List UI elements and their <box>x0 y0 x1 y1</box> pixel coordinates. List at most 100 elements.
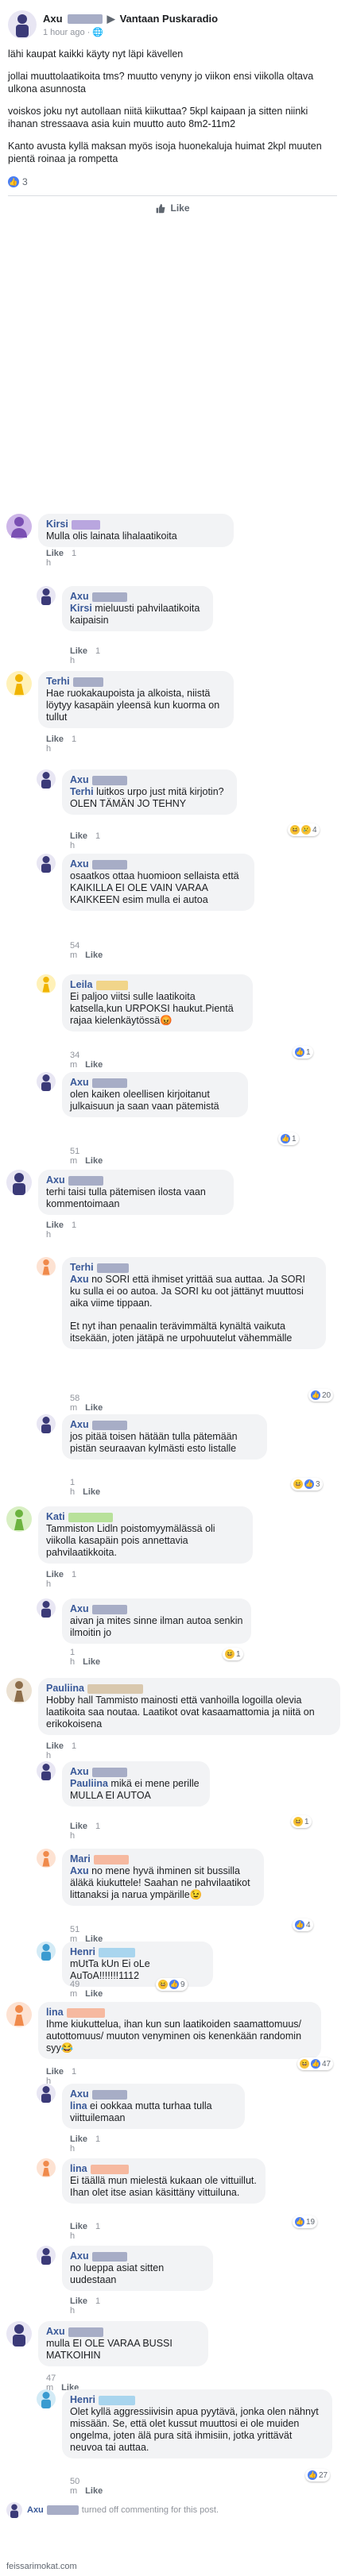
comment-author[interactable]: Axu <box>70 1419 89 1431</box>
avatar[interactable] <box>6 1170 32 1195</box>
comment-like-link[interactable]: Like <box>70 646 87 656</box>
avatar[interactable] <box>37 1761 56 1780</box>
comment-time[interactable]: 49 m <box>70 1980 79 1999</box>
post-time[interactable]: 1 hour ago <box>43 28 85 37</box>
avatar[interactable] <box>6 2502 22 2518</box>
reaction-summary[interactable]: 👍 3 <box>8 175 337 189</box>
comment-author[interactable]: Axu <box>70 1077 89 1089</box>
comment-author[interactable]: lina <box>70 2163 87 2175</box>
comment-author[interactable]: Axu <box>46 1174 65 1186</box>
avatar[interactable] <box>6 671 32 696</box>
reaction-badge[interactable]: 😆 1 <box>291 1815 312 1828</box>
reaction-badge[interactable]: 😆 👍 9 <box>156 1978 188 1991</box>
reaction-badge[interactable]: 👍 1 <box>278 1132 299 1145</box>
comment-like-link[interactable]: Like <box>70 2134 87 2144</box>
avatar[interactable] <box>6 2321 32 2347</box>
comment-time[interactable]: 58 m <box>70 1394 79 1413</box>
reaction-badge[interactable]: 😆 😢 4 <box>288 823 320 836</box>
reaction-badge[interactable]: 😆 1 <box>223 1648 243 1660</box>
reaction-badge[interactable]: 👍 1 <box>293 1046 313 1059</box>
person-icon <box>41 772 51 789</box>
comment-time[interactable]: 1 h <box>70 1478 75 1497</box>
avatar[interactable] <box>37 1942 56 1961</box>
comment-like-link[interactable]: Like <box>70 831 87 841</box>
comment-author[interactable]: Mari <box>70 1853 91 1865</box>
reaction-badge[interactable]: 👍 19 <box>293 2215 318 2228</box>
reaction-badge[interactable]: 😆 👍 3 <box>291 1478 323 1490</box>
avatar[interactable] <box>37 1257 56 1276</box>
reaction-badge[interactable]: 👍 20 <box>308 1389 334 1402</box>
comment-author[interactable]: Leila <box>70 979 93 991</box>
post-author[interactable]: Axu <box>43 13 63 25</box>
comment-text: Ei paljoo viitsi sulle laatikoita katsel… <box>70 991 234 1026</box>
avatar[interactable] <box>37 586 56 605</box>
avatar[interactable] <box>6 1506 32 1532</box>
comment-like-link[interactable]: Like <box>85 1989 103 1999</box>
comment-like-link[interactable]: Like <box>46 735 64 744</box>
comment-time[interactable]: 34 m <box>70 1051 79 1070</box>
comment-author[interactable]: lina <box>46 2007 64 2019</box>
avatar[interactable] <box>6 514 32 539</box>
comment-like-link[interactable]: Like <box>46 2067 64 2077</box>
comment-like-link[interactable]: Like <box>46 1741 64 1751</box>
comment-author[interactable]: Axu <box>70 591 89 603</box>
comment-author[interactable]: Pauliina <box>46 1683 84 1695</box>
comment-time[interactable]: 1 h <box>70 1648 75 1667</box>
comment-like-link[interactable]: Like <box>83 1487 100 1497</box>
comment-author[interactable]: Axu <box>46 2326 65 2338</box>
comment-author[interactable]: Axu <box>70 1766 89 1778</box>
comment-like-link[interactable]: Like <box>46 1570 64 1579</box>
comment-like-link[interactable]: Like <box>46 1221 64 1230</box>
comment-author[interactable]: Axu <box>70 858 89 870</box>
comment-like-link[interactable]: Like <box>46 549 64 558</box>
avatar[interactable] <box>37 769 56 789</box>
avatar[interactable] <box>37 854 56 873</box>
comment-author[interactable]: Kati <box>46 1511 65 1523</box>
avatar[interactable] <box>37 1072 56 1091</box>
comment-like-link[interactable]: Like <box>70 1822 87 1831</box>
comment-author[interactable]: Axu <box>70 1603 89 1615</box>
comment-time[interactable]: 54 m <box>70 941 79 960</box>
mention-tag[interactable]: Kirsi <box>70 603 92 614</box>
comment-like-link[interactable]: Like <box>85 1156 103 1166</box>
comment-author[interactable]: Axu <box>70 2250 89 2262</box>
mention-tag[interactable]: Pauliina <box>70 1778 108 1789</box>
comment-like-link[interactable]: Like <box>83 1657 100 1667</box>
comment-author[interactable]: Axu <box>70 774 89 786</box>
mention-tag[interactable]: Axu <box>70 1865 89 1876</box>
reaction-badge[interactable]: 😆 👍 47 <box>297 2057 334 2070</box>
reaction-badge[interactable]: 👍 4 <box>293 1919 313 1931</box>
like-button[interactable]: Like <box>8 195 337 220</box>
comment-like-link[interactable]: Like <box>70 2222 87 2231</box>
avatar[interactable] <box>37 1849 56 1868</box>
avatar[interactable] <box>6 1678 32 1703</box>
avatar[interactable] <box>6 2002 32 2027</box>
reaction-badge[interactable]: 👍 27 <box>305 2469 331 2482</box>
comments-off-author[interactable]: Axu <box>27 2505 44 2515</box>
avatar[interactable] <box>37 2084 56 2103</box>
group-name[interactable]: Vantaan Puskaradio <box>120 13 219 25</box>
comment-author[interactable]: Henri <box>70 2394 95 2406</box>
comment-author[interactable]: Kirsi <box>46 519 68 530</box>
comment-time[interactable]: 50 m <box>70 2477 79 2496</box>
avatar[interactable] <box>37 2158 56 2177</box>
comment-author[interactable]: Terhi <box>46 676 70 688</box>
comment-like-link[interactable]: Like <box>85 951 103 960</box>
comment-like-link[interactable]: Like <box>85 1060 103 1070</box>
avatar[interactable] <box>37 2389 56 2408</box>
avatar[interactable] <box>37 1598 56 1618</box>
avatar[interactable] <box>37 2246 56 2265</box>
mention-tag[interactable]: Axu <box>70 1274 89 1285</box>
mention-tag[interactable]: lina <box>70 2100 87 2111</box>
comment-like-link[interactable]: Like <box>85 1403 103 1413</box>
comment-author[interactable]: Terhi <box>70 1262 94 1274</box>
avatar[interactable] <box>37 1414 56 1433</box>
mention-tag[interactable]: Terhi <box>70 786 94 797</box>
comment-like-link[interactable]: Like <box>85 2486 103 2496</box>
comment-author[interactable]: Axu <box>70 2088 89 2100</box>
avatar[interactable] <box>37 974 56 993</box>
avatar[interactable] <box>8 10 37 39</box>
comment-like-link[interactable]: Like <box>70 2296 87 2306</box>
comment-time[interactable]: 51 m <box>70 1147 79 1166</box>
comment-author[interactable]: Henri <box>70 1946 95 1958</box>
